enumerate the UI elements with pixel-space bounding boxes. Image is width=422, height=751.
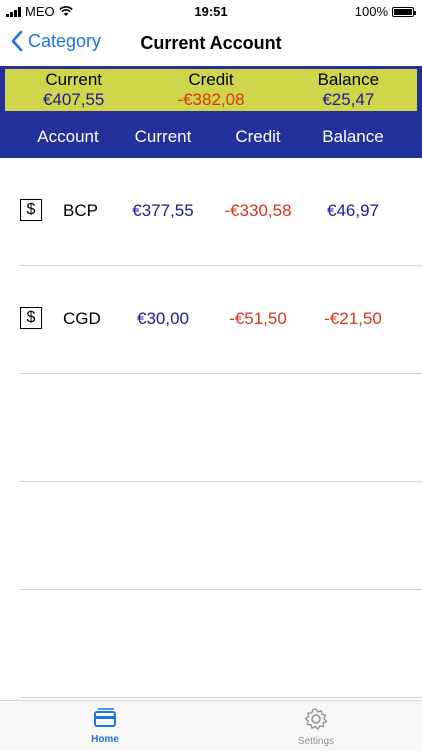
dollar-icon: $: [20, 307, 42, 329]
header-credit: Credit: [235, 127, 281, 146]
account-balance: -€21,50: [324, 309, 382, 328]
tab-home-label: Home: [91, 734, 119, 745]
summary-credit: Credit -€382,08: [142, 69, 279, 111]
account-name: CGD: [63, 309, 101, 328]
header-balance: Balance: [322, 127, 384, 146]
navigation-bar: Category Current Account: [0, 22, 422, 66]
tab-bar: Home Settings: [0, 700, 422, 751]
summary-credit-value: -€382,08: [177, 90, 245, 109]
dollar-icon: $: [20, 199, 42, 221]
battery-percent: 100%: [354, 4, 388, 19]
row-divider: [20, 589, 422, 590]
summary-box: Current €407,55 Credit -€382,08 Balance …: [5, 69, 417, 111]
summary-credit-label: Credit: [188, 70, 234, 89]
account-name: BCP: [63, 201, 98, 220]
account-balance: €46,97: [327, 201, 379, 220]
table-row[interactable]: $ CGD €30,00 -€51,50 -€21,50: [20, 266, 422, 374]
card-icon: [94, 708, 116, 727]
summary-balance-label: Balance: [317, 70, 380, 89]
account-credit: -€330,58: [224, 201, 292, 220]
page-title: Current Account: [140, 33, 282, 53]
summary-panel: Current €407,55 Credit -€382,08 Balance …: [0, 66, 422, 114]
summary-balance-value: €25,47: [322, 90, 375, 109]
summary-current-label: Current: [45, 70, 102, 89]
gear-icon: [304, 708, 328, 730]
summary-balance: Balance €25,47: [280, 69, 417, 111]
row-divider: [20, 481, 422, 482]
account-list: $ BCP €377,55 -€330,58 €46,97 $ CGD €30,…: [0, 158, 422, 374]
row-divider: [20, 697, 422, 698]
header-current: Current: [134, 127, 192, 146]
tab-home[interactable]: Home: [50, 707, 160, 745]
battery-icon: [392, 6, 416, 17]
summary-current: Current €407,55: [5, 69, 142, 111]
account-credit: -€51,50: [229, 309, 287, 328]
table-header: Account Current Credit Balance: [0, 114, 422, 158]
summary-current-value: €407,55: [42, 90, 105, 109]
table-row[interactable]: $ BCP €377,55 -€330,58 €46,97: [20, 158, 422, 266]
status-bar: MEO 19:51 100%: [0, 0, 422, 22]
tab-settings[interactable]: Settings: [261, 707, 371, 747]
header-account: Account: [37, 127, 99, 146]
account-current: €377,55: [132, 201, 194, 220]
tab-settings-label: Settings: [297, 736, 335, 747]
account-current: €30,00: [137, 309, 189, 328]
battery-group: 100%: [354, 4, 416, 19]
